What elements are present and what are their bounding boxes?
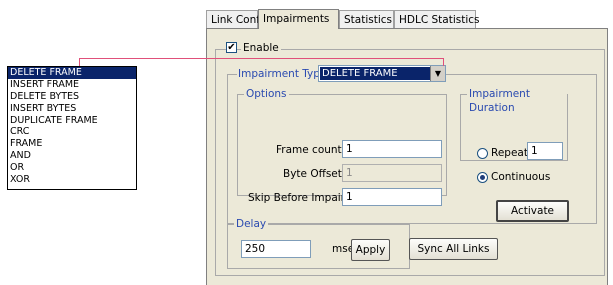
repeat-radio[interactable]	[477, 148, 488, 159]
list-item[interactable]: DELETE BYTES	[8, 91, 136, 103]
continuous-radio[interactable]	[477, 172, 488, 183]
chevron-down-icon[interactable]: ▼	[430, 66, 445, 81]
list-item[interactable]: OR	[8, 162, 136, 174]
list-item[interactable]: INSERT FRAME	[8, 79, 136, 91]
skip-before-label: Skip Before Impair	[248, 192, 345, 204]
impairment-type-select[interactable]: DELETE FRAME ▼	[318, 65, 446, 82]
connector-line-right	[443, 58, 444, 66]
connector-line-top	[79, 58, 444, 59]
impairment-duration-title: Impairment Duration	[467, 87, 567, 115]
list-item[interactable]: CRC	[8, 126, 136, 138]
options-title: Options	[244, 87, 289, 101]
tab-impairments[interactable]: Impairments	[258, 9, 339, 29]
list-item[interactable]: INSERT BYTES	[8, 103, 136, 115]
delay-title: Delay	[234, 217, 269, 231]
list-item[interactable]: DELETE FRAME	[8, 67, 136, 79]
list-item[interactable]: XOR	[8, 174, 136, 186]
repeat-count-input[interactable]: 1	[527, 142, 563, 160]
repeat-label: Repeat	[491, 147, 528, 159]
frame-count-input[interactable]: 1	[342, 140, 442, 158]
skip-before-input[interactable]: 1	[342, 188, 442, 206]
activate-button[interactable]: Activate	[496, 200, 569, 222]
impairment-type-value: DELETE FRAME	[320, 67, 431, 80]
list-item[interactable]: AND	[8, 150, 136, 162]
delay-input[interactable]: 250	[241, 240, 311, 258]
enable-checkbox[interactable]: ✔	[226, 42, 237, 53]
tab-statistics[interactable]: Statistics	[339, 10, 394, 28]
impairment-type-label: Impairment Type	[237, 67, 328, 81]
dropdown-list: DELETE FRAME INSERT FRAME DELETE BYTES I…	[7, 66, 137, 190]
frame-count-label: Frame count	[276, 144, 342, 156]
byte-offset-input[interactable]: 1	[342, 164, 442, 182]
list-item[interactable]: FRAME	[8, 138, 136, 150]
byte-offset-label: Byte Offset	[283, 168, 342, 180]
continuous-label: Continuous	[491, 171, 551, 183]
list-item[interactable]: DUPLICATE FRAME	[8, 115, 136, 127]
tab-hdlc-statistics[interactable]: HDLC Statistics	[394, 10, 480, 28]
enable-label: Enable	[241, 41, 281, 55]
apply-button[interactable]: Apply	[351, 239, 390, 261]
tab-link-config[interactable]: Link Config	[206, 10, 270, 28]
sync-all-links-button[interactable]: Sync All Links	[409, 238, 498, 260]
